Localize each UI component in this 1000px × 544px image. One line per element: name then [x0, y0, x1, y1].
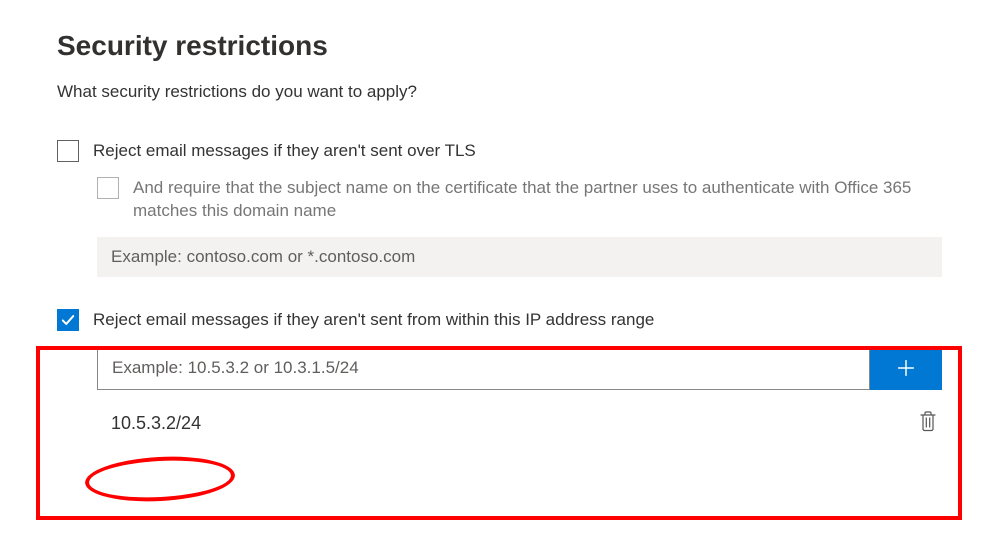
page-title: Security restrictions	[57, 30, 1000, 62]
ip-list-item-value: 10.5.3.2/24	[97, 407, 215, 440]
delete-ip-button[interactable]	[914, 406, 942, 441]
ip-range-input[interactable]	[97, 346, 870, 390]
require-subject-name-checkbox	[97, 177, 119, 199]
annotation-highlight-ellipse	[84, 453, 236, 505]
certificate-domain-input	[97, 237, 942, 277]
reject-outside-ip-label: Reject email messages if they aren't sen…	[93, 309, 654, 332]
reject-non-tls-checkbox[interactable]	[57, 140, 79, 162]
reject-non-tls-label: Reject email messages if they aren't sen…	[93, 140, 476, 163]
add-ip-button[interactable]	[870, 346, 942, 390]
trash-icon	[918, 410, 938, 432]
require-subject-name-row: And require that the subject name on the…	[97, 177, 1000, 223]
reject-outside-ip-checkbox[interactable]	[57, 309, 79, 331]
ip-list-item: 10.5.3.2/24	[97, 406, 942, 441]
plus-icon	[895, 357, 917, 379]
reject-non-tls-row: Reject email messages if they aren't sen…	[57, 140, 1000, 163]
require-subject-name-label: And require that the subject name on the…	[133, 177, 933, 223]
ip-list: 10.5.3.2/24	[97, 406, 942, 441]
page-subtitle: What security restrictions do you want t…	[57, 82, 1000, 102]
reject-outside-ip-row: Reject email messages if they aren't sen…	[57, 309, 1000, 332]
check-icon	[61, 313, 75, 327]
